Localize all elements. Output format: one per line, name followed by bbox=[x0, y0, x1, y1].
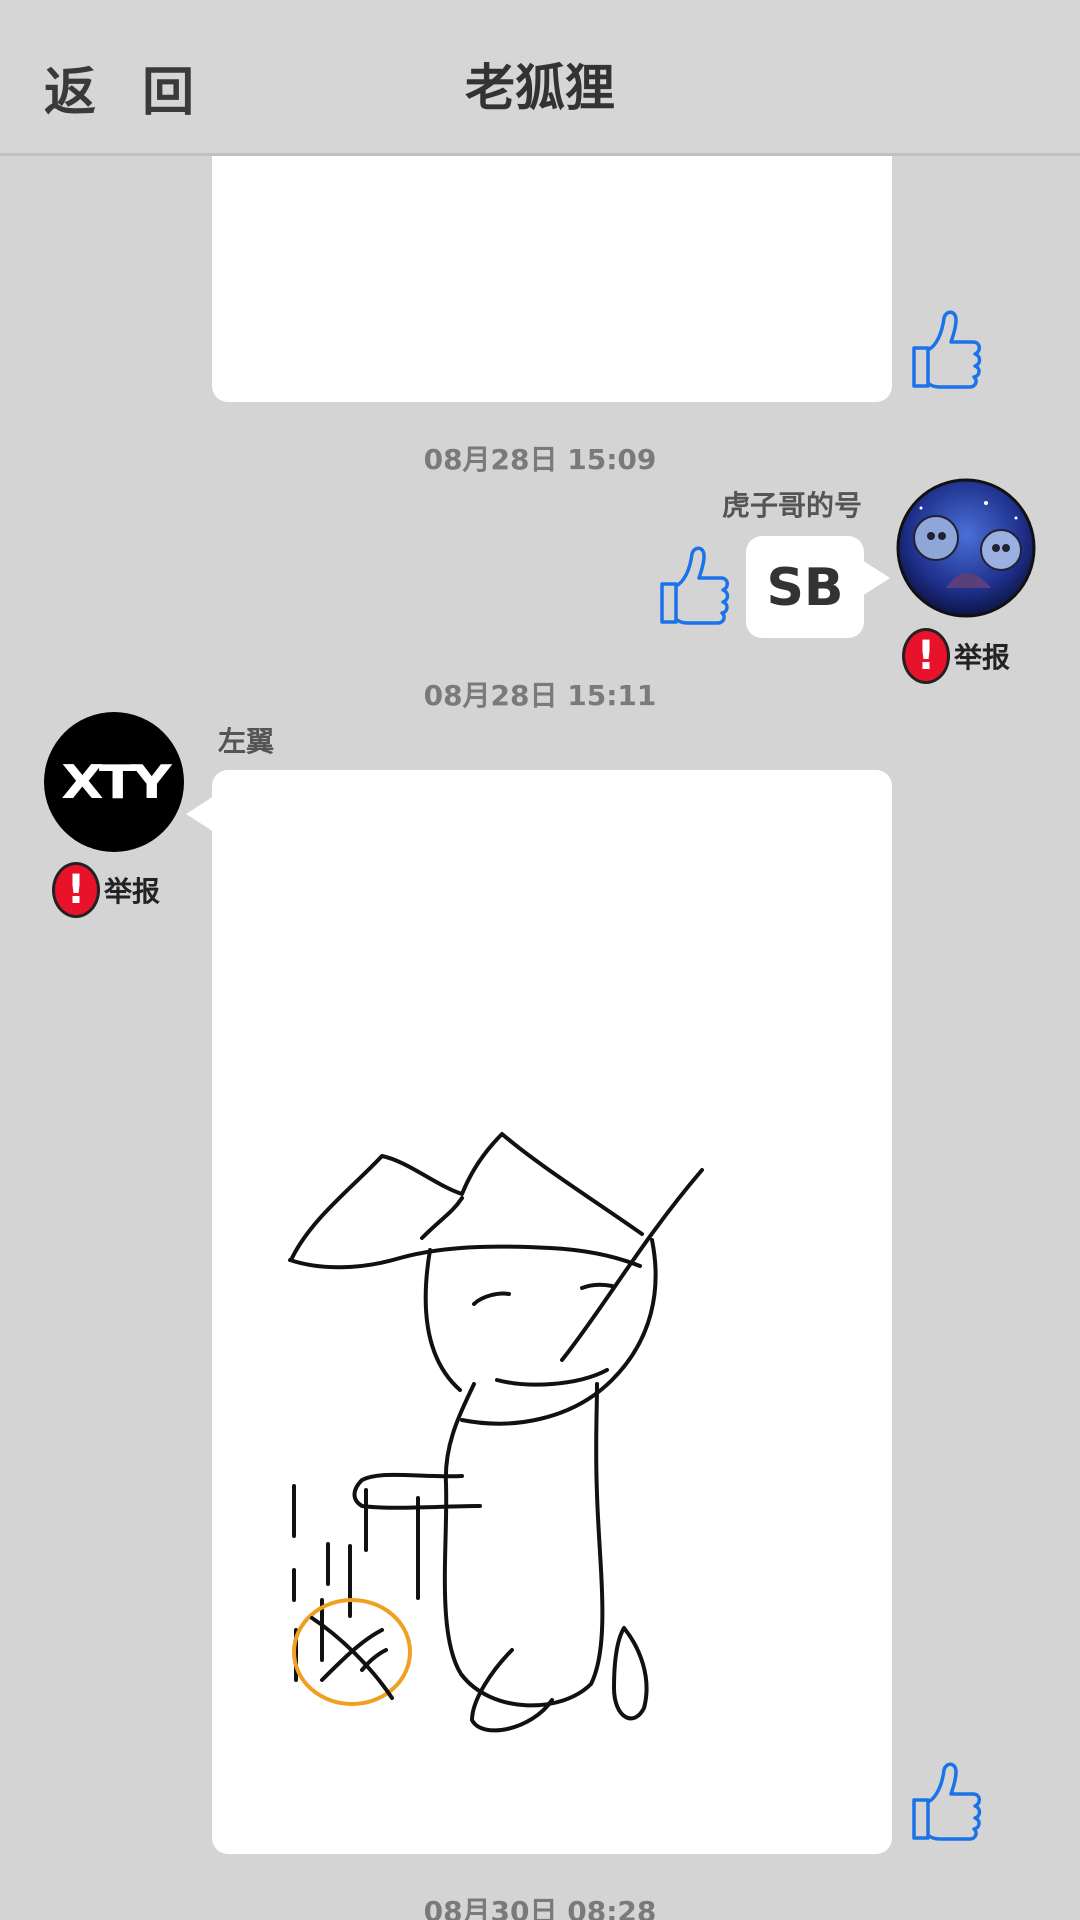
message-timestamp: 08月28日 15:09 bbox=[423, 443, 657, 476]
sender-name: 左翼 bbox=[218, 725, 275, 758]
report-label: 举报 bbox=[104, 875, 161, 908]
message-timestamp: 08月30日 08:28 bbox=[423, 1895, 657, 1920]
space-avatar-icon bbox=[896, 478, 1036, 618]
avatar[interactable]: XTY bbox=[44, 712, 184, 852]
drawing-image bbox=[288, 1132, 704, 1733]
alert-icon: ! bbox=[52, 862, 100, 918]
image-message-bubble[interactable] bbox=[212, 156, 892, 402]
chat-area[interactable]: 08月28日 15:09 虎子哥的号 SB ! 举报 08月28日 15:11 … bbox=[0, 156, 1080, 1920]
sender-name: 虎子哥的号 bbox=[721, 489, 862, 522]
text-message-bubble[interactable]: SB bbox=[746, 536, 890, 638]
avatar-logo: XTY bbox=[61, 755, 172, 809]
thumbs-up-icon[interactable] bbox=[652, 540, 732, 630]
page-title: 老狐狸 bbox=[465, 59, 615, 117]
report-label: 举报 bbox=[954, 641, 1011, 674]
avatar[interactable] bbox=[896, 478, 1036, 618]
image-message-bubble[interactable] bbox=[186, 770, 892, 1854]
message-timestamp: 08月28日 15:11 bbox=[423, 679, 657, 712]
thumbs-up-icon[interactable] bbox=[904, 304, 984, 394]
message-text: SB bbox=[766, 558, 844, 618]
report-button[interactable]: ! 举报 bbox=[52, 862, 160, 918]
top-bar: 返 回 老狐狸 bbox=[0, 0, 1080, 156]
thumbs-up-icon[interactable] bbox=[904, 1756, 984, 1846]
